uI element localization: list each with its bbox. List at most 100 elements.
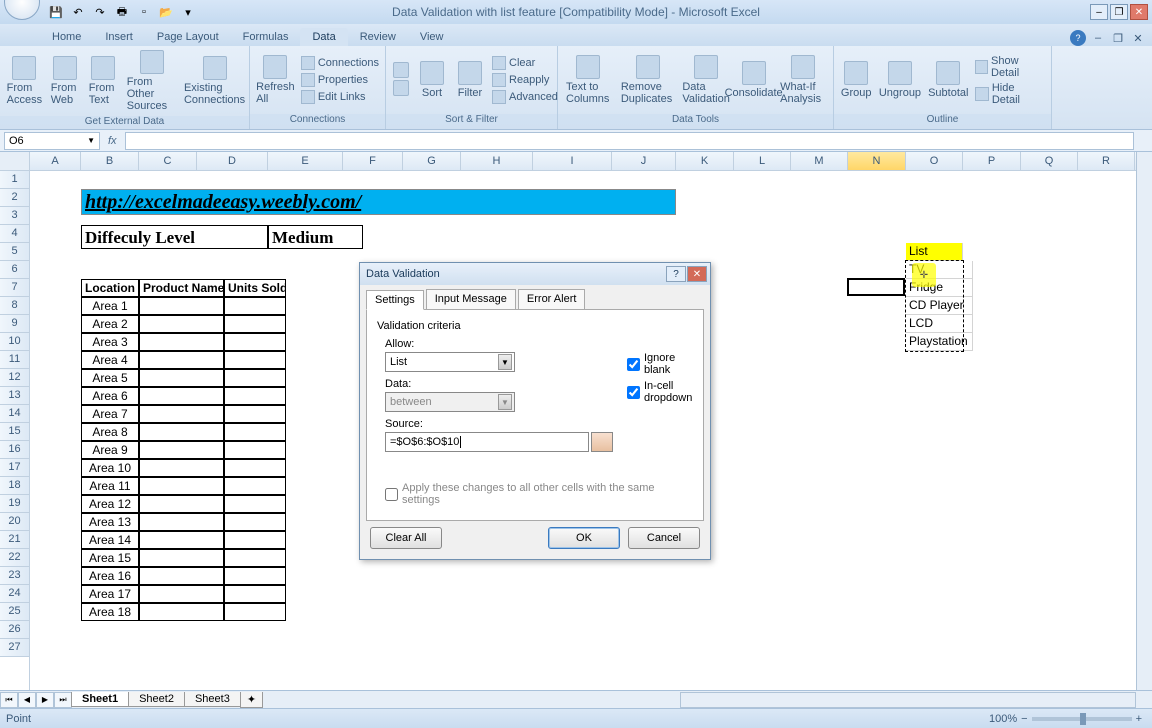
tab-input-message[interactable]: Input Message: [426, 289, 516, 309]
range-picker-icon[interactable]: [591, 432, 613, 452]
row-header-9[interactable]: 9: [0, 315, 29, 333]
row-header-6[interactable]: 6: [0, 261, 29, 279]
row-header-4[interactable]: 4: [0, 225, 29, 243]
col-header-N[interactable]: N: [848, 152, 906, 170]
area-cell[interactable]: Area 8: [81, 423, 139, 441]
row-header-11[interactable]: 11: [0, 351, 29, 369]
ignore-blank-checkbox[interactable]: Ignore blank: [627, 352, 693, 376]
units-cell[interactable]: [224, 567, 286, 585]
row-header-21[interactable]: 21: [0, 531, 29, 549]
zoom-value[interactable]: 100%: [989, 713, 1017, 725]
row-header-1[interactable]: 1: [0, 171, 29, 189]
col-header-L[interactable]: L: [734, 152, 791, 170]
office-button[interactable]: [4, 0, 40, 20]
maximize-button[interactable]: ❐: [1110, 4, 1128, 20]
row-header-19[interactable]: 19: [0, 495, 29, 513]
allow-dropdown[interactable]: List▼: [385, 352, 515, 372]
col-header-O[interactable]: O: [906, 152, 963, 170]
list-item[interactable]: Playstation: [906, 333, 973, 351]
area-cell[interactable]: Area 5: [81, 369, 139, 387]
area-cell[interactable]: Area 18: [81, 603, 139, 621]
dialog-close-button[interactable]: ✕: [687, 266, 707, 282]
units-cell[interactable]: [224, 441, 286, 459]
area-cell[interactable]: Area 16: [81, 567, 139, 585]
properties-link[interactable]: Properties: [299, 72, 381, 88]
from-text-button[interactable]: From Text: [85, 54, 121, 108]
area-cell[interactable]: Area 1: [81, 297, 139, 315]
zoom-in-button[interactable]: +: [1136, 713, 1142, 725]
product-cell[interactable]: [139, 369, 224, 387]
col-header-B[interactable]: B: [81, 152, 139, 170]
undo-icon[interactable]: ↶: [68, 2, 88, 22]
difficulty-value[interactable]: Medium: [268, 225, 363, 249]
units-cell[interactable]: [224, 477, 286, 495]
product-cell[interactable]: [139, 423, 224, 441]
units-cell[interactable]: [224, 513, 286, 531]
col-header-Q[interactable]: Q: [1021, 152, 1078, 170]
tab-formulas[interactable]: Formulas: [231, 28, 301, 46]
subtotal-button[interactable]: Subtotal: [926, 59, 971, 101]
sheet-nav-last-icon[interactable]: ⏭: [54, 692, 72, 708]
col-header-K[interactable]: K: [676, 152, 734, 170]
product-cell[interactable]: [139, 351, 224, 369]
select-all-corner[interactable]: [0, 152, 29, 171]
units-cell[interactable]: [224, 369, 286, 387]
cancel-button[interactable]: Cancel: [628, 527, 700, 549]
row-header-20[interactable]: 20: [0, 513, 29, 531]
existing-connections-button[interactable]: Existing Connections: [184, 54, 245, 108]
product-cell[interactable]: [139, 513, 224, 531]
col-header-E[interactable]: E: [268, 152, 343, 170]
units-cell[interactable]: [224, 495, 286, 513]
tab-home[interactable]: Home: [40, 28, 93, 46]
remove-duplicates-button[interactable]: Remove Duplicates: [617, 53, 679, 107]
col-header-P[interactable]: P: [963, 152, 1021, 170]
area-cell[interactable]: Area 3: [81, 333, 139, 351]
minimize-button[interactable]: –: [1090, 4, 1108, 20]
col-header-A[interactable]: A: [30, 152, 81, 170]
new-icon[interactable]: ▫: [134, 2, 154, 22]
product-cell[interactable]: [139, 603, 224, 621]
filter-button[interactable]: Filter: [452, 59, 488, 101]
area-cell[interactable]: Area 7: [81, 405, 139, 423]
row-header-2[interactable]: 2: [0, 189, 29, 207]
sheet-nav-prev-icon[interactable]: ◀: [18, 692, 36, 708]
ribbon-minimize-icon[interactable]: –: [1090, 30, 1106, 46]
product-cell[interactable]: [139, 531, 224, 549]
ungroup-button[interactable]: Ungroup: [876, 59, 923, 101]
save-icon[interactable]: 💾: [46, 2, 66, 22]
units-cell[interactable]: [224, 423, 286, 441]
units-cell[interactable]: [224, 387, 286, 405]
fx-icon[interactable]: fx: [108, 135, 117, 147]
sheet-tab-3[interactable]: Sheet3: [184, 692, 241, 707]
consolidate-button[interactable]: Consolidate: [733, 59, 774, 101]
redo-icon[interactable]: ↷: [90, 2, 110, 22]
table-header-location[interactable]: Location: [81, 279, 139, 297]
units-cell[interactable]: [224, 297, 286, 315]
close-button[interactable]: ✕: [1130, 4, 1148, 20]
row-header-22[interactable]: 22: [0, 549, 29, 567]
apply-changes-checkbox[interactable]: Apply these changes to all other cells w…: [385, 482, 693, 506]
area-cell[interactable]: Area 13: [81, 513, 139, 531]
area-cell[interactable]: Area 4: [81, 351, 139, 369]
row-header-10[interactable]: 10: [0, 333, 29, 351]
sheet-tab-1[interactable]: Sheet1: [71, 692, 129, 707]
row-header-23[interactable]: 23: [0, 567, 29, 585]
area-cell[interactable]: Area 9: [81, 441, 139, 459]
print-icon[interactable]: 🖶: [112, 2, 132, 22]
area-cell[interactable]: Area 10: [81, 459, 139, 477]
sheet-tab-2[interactable]: Sheet2: [128, 692, 185, 707]
sort-az-button[interactable]: [390, 60, 412, 100]
group-button[interactable]: Group: [838, 59, 874, 101]
row-header-15[interactable]: 15: [0, 423, 29, 441]
edit-links-link[interactable]: Edit Links: [299, 89, 381, 105]
row-header-25[interactable]: 25: [0, 603, 29, 621]
row-header-17[interactable]: 17: [0, 459, 29, 477]
units-cell[interactable]: [224, 459, 286, 477]
row-header-26[interactable]: 26: [0, 621, 29, 639]
units-cell[interactable]: [224, 405, 286, 423]
product-cell[interactable]: [139, 387, 224, 405]
open-icon[interactable]: 📂: [156, 2, 176, 22]
dialog-help-icon[interactable]: ?: [666, 266, 686, 282]
row-header-12[interactable]: 12: [0, 369, 29, 387]
col-header-J[interactable]: J: [612, 152, 676, 170]
